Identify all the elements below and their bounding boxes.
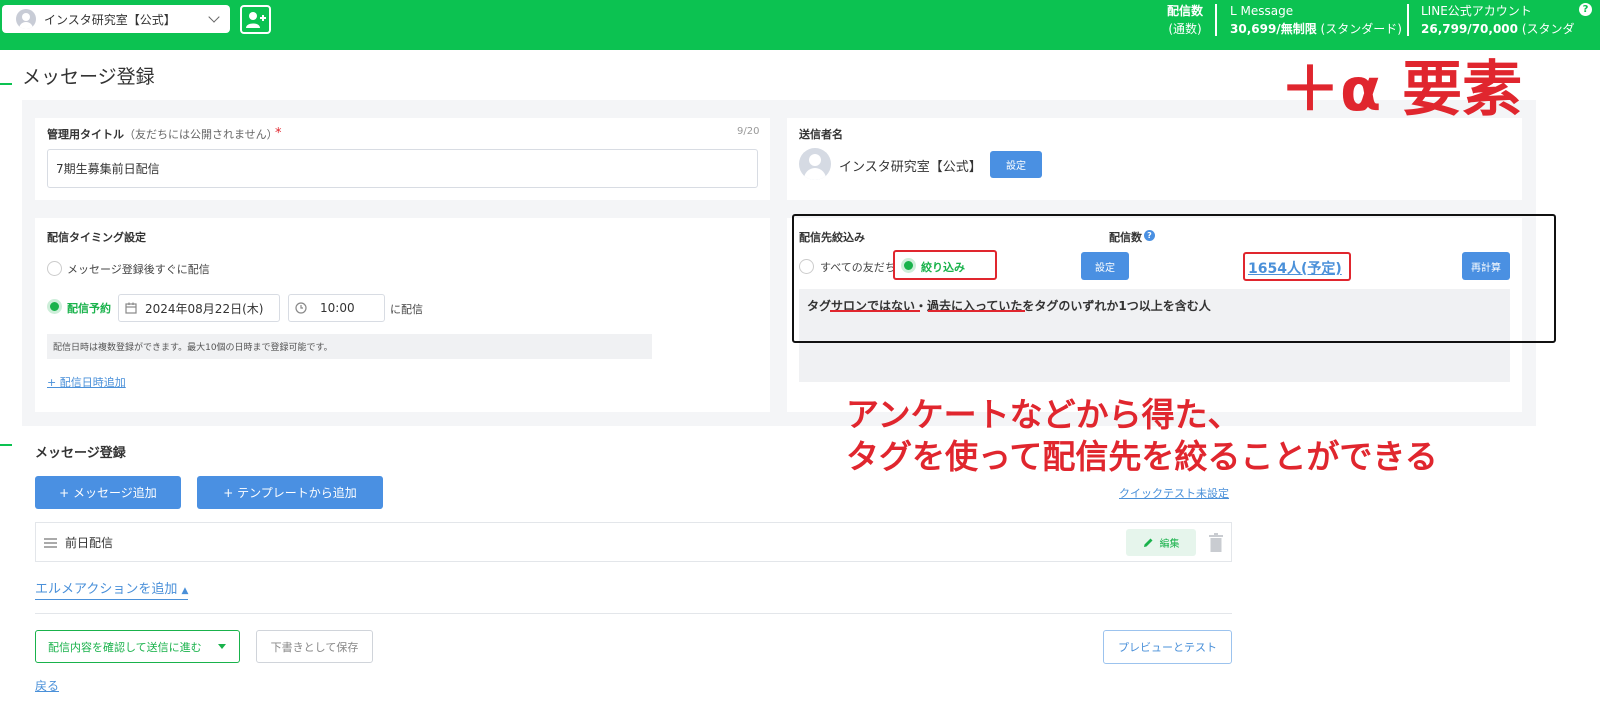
field-label: 管理用タイトル [47, 128, 124, 141]
schedule-suffix: に配信 [390, 303, 423, 316]
divider [35, 613, 1232, 614]
side-marker [0, 83, 12, 85]
page-title: メッセージ登録 [22, 66, 155, 88]
top-header: インスタ研究室【公式】 配信数 (通数) L Message 30,699/無制… [0, 0, 1600, 50]
account-selector[interactable]: インスタ研究室【公式】 [2, 5, 230, 33]
account-name: インスタ研究室【公式】 [44, 12, 176, 27]
edit-button[interactable]: 編集 [1126, 529, 1196, 556]
edit-label: 編集 [1159, 539, 1180, 550]
add-datetime-link[interactable]: + 配信日時追加 [47, 374, 126, 390]
quick-test-link[interactable]: クイックテスト未設定 [1119, 485, 1229, 501]
trash-icon[interactable] [1208, 533, 1224, 553]
sender-label: 送信者名 [799, 128, 843, 141]
caret-down-icon [217, 644, 226, 649]
drag-handle-icon[interactable] [44, 538, 57, 548]
add-user-icon [245, 11, 266, 28]
add-template-button[interactable]: + テンプレートから追加 [197, 476, 383, 509]
header-divider [1215, 4, 1217, 36]
annotation-box-count [1243, 252, 1351, 281]
radio-scheduled-label: 配信予約 [67, 302, 111, 315]
stat-plan: (スタンダード) [1316, 22, 1402, 36]
side-marker [0, 444, 12, 446]
clock-icon [295, 302, 307, 314]
link-label: エルメアクションを追加 [35, 582, 178, 597]
stat-label: LINE公式アカウント [1421, 4, 1532, 18]
sender-set-button[interactable]: 設定 [990, 151, 1042, 178]
add-message-button[interactable]: + メッセージ追加 [35, 476, 181, 509]
add-action-link[interactable]: エルメアクションを追加 ▲ [35, 578, 189, 600]
plus-alpha-annotation: ＋α 要素 [1280, 55, 1523, 125]
account-avatar-icon [16, 9, 36, 29]
timing-note: 配信日時は複数登録ができます。最大10個の日時まで登録可能です。 [47, 334, 652, 359]
stat-label: L Message [1230, 4, 1294, 18]
message-item: 前日配信 編集 [35, 522, 1232, 562]
annotation-underline [928, 310, 1025, 312]
confirm-send-button[interactable]: 配信内容を確認して送信に進む [35, 630, 240, 663]
time-picker[interactable]: 10:00 [288, 294, 385, 322]
back-link[interactable]: 戻る [35, 677, 59, 694]
annotation-underline [830, 310, 920, 312]
stat-sub: (通数) [1168, 22, 1202, 36]
stat-value: 30,699/無制限 [1230, 22, 1317, 36]
timing-card: 配信タイミング設定 メッセージ登録後すぐに配信 配信予約 2024年08月22日… [35, 218, 770, 412]
time-value: 10:00 [320, 301, 355, 315]
radio-immediate[interactable] [47, 261, 62, 276]
help-icon[interactable]: ? [1579, 3, 1592, 16]
admin-title-card: 管理用タイトル（友だちには公開されません） * 9/20 7期生募集前日配信 [35, 118, 770, 200]
chevron-down-icon [208, 11, 220, 23]
pencil-icon [1143, 538, 1152, 547]
admin-title-label: 管理用タイトル（友だちには公開されません） [47, 126, 278, 142]
sender-card: 送信者名 インスタ研究室【公式】 設定 [787, 118, 1522, 200]
char-counter: 9/20 [737, 126, 760, 137]
annotation-box-filter [893, 250, 997, 280]
sender-avatar-icon [799, 148, 831, 180]
date-picker[interactable]: 2024年08月22日(木) [118, 294, 280, 322]
header-divider [1407, 4, 1409, 36]
caret-up-icon: ▲ [181, 586, 189, 596]
annotation-caption-line1: アンケートなどから得た、 [846, 395, 1241, 434]
button-label: 配信内容を確認して送信に進む [48, 640, 202, 654]
stat-label: 配信数 [1166, 4, 1203, 18]
stat-value: 26,799/70,000 [1421, 22, 1518, 36]
add-friend-button[interactable] [240, 5, 271, 34]
preview-test-button[interactable]: プレビューとテスト [1103, 630, 1232, 664]
required-mark: * [275, 126, 282, 141]
save-draft-button[interactable]: 下書きとして保存 [256, 630, 373, 663]
annotation-caption-line2: タグを使って配信先を絞ることができる [846, 437, 1438, 476]
radio-scheduled[interactable] [47, 299, 62, 314]
message-name: 前日配信 [65, 536, 114, 550]
sender-name: インスタ研究室【公式】 [839, 160, 982, 175]
calendar-icon [125, 302, 137, 314]
delivery-count-stat: 配信数 (通数) [1165, 2, 1205, 38]
message-section-title: メッセージ登録 [35, 446, 126, 461]
input-value: 7期生募集前日配信 [56, 162, 160, 176]
date-value: 2024年08月22日(木) [145, 301, 264, 316]
stat-plan: (スタンダ [1518, 22, 1575, 36]
radio-immediate-label: メッセージ登録後すぐに配信 [67, 263, 210, 276]
lmessage-stat: L Message 30,699/無制限 (スタンダード) [1230, 2, 1402, 38]
field-note: （友だちには公開されません） [124, 128, 278, 141]
timing-label: 配信タイミング設定 [47, 231, 146, 244]
line-account-stat: LINE公式アカウント 26,799/70,000 (スタンダ [1421, 2, 1600, 38]
admin-title-input[interactable]: 7期生募集前日配信 [47, 149, 758, 188]
